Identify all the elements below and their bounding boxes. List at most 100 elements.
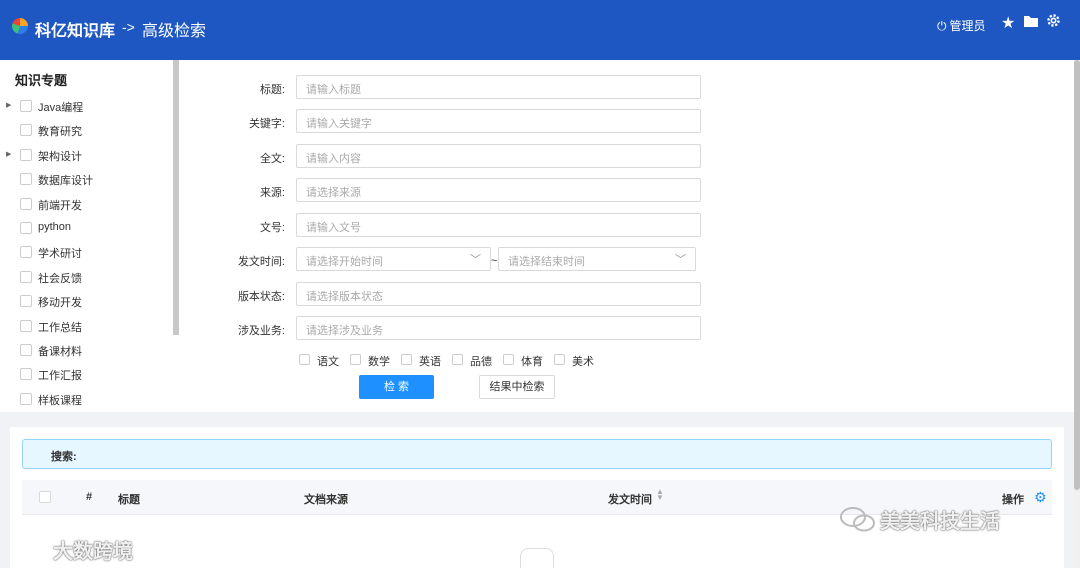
checkbox-box[interactable] [503, 354, 514, 365]
sidebar-item-label: 移动开发 [38, 297, 82, 310]
sidebar-item-label: 社会反馈 [38, 272, 82, 285]
column-actions: 操作 [1002, 494, 1024, 506]
column-source[interactable]: 文档来源 [304, 491, 348, 507]
subject-label: 美术 [572, 356, 594, 368]
sidebar-item[interactable]: ▶ 架构设计 [0, 146, 170, 166]
search-summary-label: 搜索: [51, 451, 77, 463]
page-scrollbar-thumb[interactable] [1074, 60, 1080, 490]
page-title: 高级检索 [142, 23, 207, 40]
version-label: 版本状态: [237, 291, 285, 303]
fulltext-input[interactable]: 请输入内容 [296, 144, 701, 168]
sidebar-item-label: Java编程 [38, 102, 84, 114]
sidebar-item-label: 样板课程 [38, 394, 82, 407]
column-title[interactable]: 标题 [118, 491, 140, 507]
sort-icon[interactable]: ▲ ▼ [656, 488, 664, 502]
sidebar-item[interactable]: 教育研究 [0, 121, 170, 141]
sidebar-item-checkbox[interactable] [20, 392, 32, 405]
checkbox-box[interactable] [350, 354, 361, 365]
subject-label: 体育 [521, 356, 543, 368]
column-date[interactable]: 发文时间 [608, 491, 652, 507]
sidebar-item-checkbox[interactable] [20, 368, 32, 381]
watermark-left: 大数跨境 [53, 541, 133, 563]
title-input[interactable]: 请输入标题 [296, 75, 701, 99]
watermark-right: 美美科技生活 [880, 511, 1000, 533]
version-select[interactable]: 请选择版本状态 [296, 282, 701, 306]
sidebar-item-checkbox[interactable] [20, 124, 32, 137]
sidebar-item-label: 教育研究 [38, 126, 82, 139]
sidebar-item-label: 学术研讨 [38, 248, 82, 261]
sidebar-item-checkbox[interactable] [20, 173, 32, 186]
watermark-logo-icon [11, 534, 49, 553]
expand-arrow-icon[interactable]: ▶ [6, 150, 11, 158]
checkbox-box[interactable] [452, 354, 463, 365]
date-range-separator: ~ [491, 255, 498, 267]
sidebar-item[interactable]: 前端开发 [0, 195, 170, 215]
chevron-down-icon: ﹀ [675, 254, 686, 266]
topic-sidebar: 知识专题 ▶ Java编程 教育研究 ▶ 架构设计数据库设计前端开发 python 学术研讨… [0, 60, 179, 412]
page-scrollbar[interactable] [1074, 60, 1080, 568]
breadcrumb-arrow: -> [122, 19, 135, 35]
sidebar-item[interactable]: 移动开发 [0, 292, 170, 312]
search-within-results-button[interactable]: 结果中检索 [479, 375, 555, 399]
date-end-picker[interactable]: 请选择结束时间 ﹀ [498, 247, 696, 271]
admin-menu[interactable]: ⏻ 管理员 [937, 17, 986, 34]
app-title[interactable]: 科亿知识库 [35, 17, 115, 41]
fulltext-label: 全文: [259, 153, 285, 165]
docno-input[interactable]: 请输入文号 [296, 213, 701, 237]
top-header: 科亿知识库 -> 高级检索 ⏻ 管理员 ★ [0, 0, 1080, 60]
sidebar-item-checkbox[interactable] [20, 295, 32, 308]
sidebar-title: 知识专题 [15, 73, 68, 88]
keyword-input[interactable]: 请输入关键字 [296, 109, 701, 133]
checkbox-box[interactable] [401, 354, 412, 365]
subject-label: 数学 [368, 356, 390, 368]
sidebar-item[interactable]: 学术研讨 [0, 243, 170, 263]
sidebar-item-label: python [38, 221, 72, 233]
folder-icon[interactable] [1023, 14, 1039, 33]
results-panel: 搜索: # 标题 文档来源 发文时间 ▲ ▼ 操作 ⚙ [10, 427, 1064, 568]
expand-arrow-icon[interactable]: ▶ [6, 101, 11, 109]
column-settings-gear-icon[interactable]: ⚙ [1034, 489, 1047, 506]
source-select[interactable]: 请选择来源 [296, 178, 701, 202]
chevron-down-icon: ﹀ [470, 254, 481, 266]
checkbox-box[interactable] [554, 354, 565, 365]
subject-label: 语文 [317, 356, 339, 368]
subject-label: 品德 [470, 356, 492, 368]
sidebar-item-checkbox[interactable] [20, 270, 32, 283]
sidebar-item-checkbox[interactable] [20, 148, 32, 161]
sidebar-item-label: 前端开发 [38, 199, 82, 212]
business-select[interactable]: 请选择涉及业务 [296, 316, 701, 340]
select-all-checkbox[interactable] [39, 491, 51, 503]
advanced-search-form: 标题: 请输入标题 关键字: 请输入关键字 全文: 请输入内容 来源: 请选择来… [179, 60, 1074, 412]
sidebar-item-checkbox[interactable] [20, 344, 32, 356]
sidebar-item-label: 工作总结 [38, 321, 82, 334]
admin-label: 管理员 [949, 19, 986, 33]
sidebar-item[interactable]: 工作汇报 [0, 365, 170, 385]
app-logo-icon [12, 18, 28, 34]
sidebar-item[interactable]: 数据库设计 [0, 170, 170, 190]
sidebar-item-checkbox[interactable] [20, 100, 32, 112]
search-summary-bar: 搜索: [22, 439, 1052, 469]
sidebar-item[interactable]: 工作总结 [0, 317, 170, 337]
sidebar-item-label: 架构设计 [38, 150, 82, 163]
subject-label: 英语 [419, 356, 441, 368]
sidebar-item[interactable]: 社会反馈 [0, 268, 170, 288]
docno-label: 文号: [259, 222, 285, 234]
sidebar-item[interactable]: ▶ Java编程 [0, 97, 170, 117]
search-button[interactable]: 检 索 [359, 375, 434, 399]
sidebar-item-checkbox[interactable] [20, 319, 32, 332]
gear-icon[interactable] [1045, 12, 1062, 34]
sidebar-item[interactable]: 样板课程 [0, 390, 170, 410]
sidebar-item-label: 备课材料 [38, 346, 82, 358]
sidebar-item-label: 数据库设计 [38, 175, 93, 188]
date-start-picker[interactable]: 请选择开始时间 ﹀ [296, 247, 491, 271]
sidebar-item-checkbox[interactable] [20, 246, 32, 259]
column-index: # [86, 491, 93, 503]
checkbox-box[interactable] [299, 354, 310, 365]
power-icon: ⏻ [937, 19, 947, 33]
star-icon[interactable]: ★ [1001, 13, 1015, 33]
date-label: 发文时间: [237, 256, 285, 268]
sidebar-item-checkbox[interactable] [20, 222, 32, 234]
sidebar-item[interactable]: 备课材料 [0, 341, 170, 361]
sidebar-item[interactable]: python [0, 219, 170, 239]
sidebar-item-checkbox[interactable] [20, 197, 32, 210]
